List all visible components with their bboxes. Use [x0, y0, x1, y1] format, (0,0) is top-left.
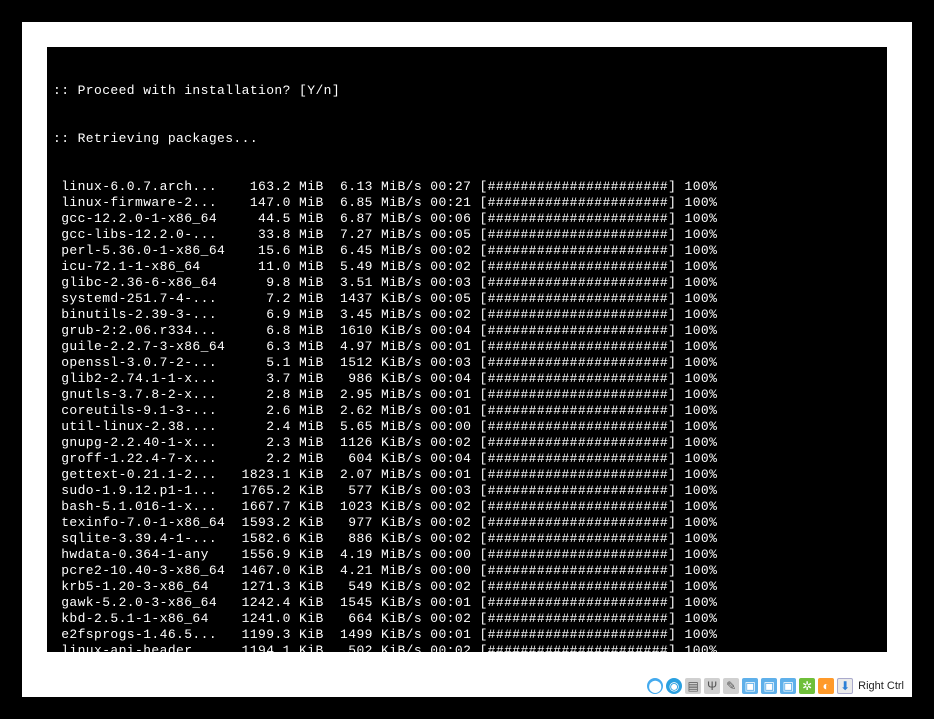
- download-row: binutils-2.39-3-... 6.9 MiB 3.45 MiB/s 0…: [53, 307, 881, 323]
- recording-icon[interactable]: ▣: [761, 678, 777, 694]
- video-capture-icon[interactable]: ▣: [780, 678, 796, 694]
- network-icon[interactable]: ✲: [799, 678, 815, 694]
- mouse-integration-icon[interactable]: ◐: [818, 678, 834, 694]
- download-row: glib2-2.74.1-1-x... 3.7 MiB 986 KiB/s 00…: [53, 371, 881, 387]
- download-row: linux-6.0.7.arch... 163.2 MiB 6.13 MiB/s…: [53, 179, 881, 195]
- vm-statusbar: ⬤ ◉ ▤ Ψ ✎ ▣ ▣ ▣ ✲ ◐ ⬇ Right Ctrl: [42, 675, 910, 697]
- download-row: icu-72.1-1-x86_64 11.0 MiB 5.49 MiB/s 00…: [53, 259, 881, 275]
- download-row: texinfo-7.0-1-x86_64 1593.2 KiB 977 KiB/…: [53, 515, 881, 531]
- optical-disk-icon[interactable]: ◉: [666, 678, 682, 694]
- download-row: glibc-2.36-6-x86_64 9.8 MiB 3.51 MiB/s 0…: [53, 275, 881, 291]
- prompt-line: :: Proceed with installation? [Y/n]: [53, 83, 881, 99]
- host-key-label: Right Ctrl: [858, 680, 904, 692]
- download-row: groff-1.22.4-7-x... 2.2 MiB 604 KiB/s 00…: [53, 451, 881, 467]
- download-row: e2fsprogs-1.46.5... 1199.3 KiB 1499 KiB/…: [53, 627, 881, 643]
- host-key-icon[interactable]: ⬇: [837, 678, 853, 694]
- download-row: systemd-251.7-4-... 7.2 MiB 1437 KiB/s 0…: [53, 291, 881, 307]
- download-row: openssl-3.0.7-2-... 5.1 MiB 1512 KiB/s 0…: [53, 355, 881, 371]
- download-row: linux-firmware-2... 147.0 MiB 6.85 MiB/s…: [53, 195, 881, 211]
- download-row: gettext-0.21.1-2... 1823.1 KiB 2.07 MiB/…: [53, 467, 881, 483]
- download-row: bash-5.1.016-1-x... 1667.7 KiB 1023 KiB/…: [53, 499, 881, 515]
- download-row: hwdata-0.364-1-any 1556.9 KiB 4.19 MiB/s…: [53, 547, 881, 563]
- download-row: util-linux-2.38.... 2.4 MiB 5.65 MiB/s 0…: [53, 419, 881, 435]
- download-row: linux-api-header... 1194.1 KiB 502 KiB/s…: [53, 643, 881, 652]
- download-row: perl-5.36.0-1-x86_64 15.6 MiB 6.45 MiB/s…: [53, 243, 881, 259]
- download-row: krb5-1.20-3-x86_64 1271.3 KiB 549 KiB/s …: [53, 579, 881, 595]
- shared-folder-icon[interactable]: ✎: [723, 678, 739, 694]
- floppy-icon[interactable]: ▤: [685, 678, 701, 694]
- display-icon[interactable]: ▣: [742, 678, 758, 694]
- terminal-output[interactable]: :: Proceed with installation? [Y/n] :: R…: [47, 47, 887, 652]
- download-row: kbd-2.5.1-1-x86_64 1241.0 KiB 664 KiB/s …: [53, 611, 881, 627]
- download-row: sudo-1.9.12.p1-1... 1765.2 KiB 577 KiB/s…: [53, 483, 881, 499]
- download-row: gcc-libs-12.2.0-... 33.8 MiB 7.27 MiB/s …: [53, 227, 881, 243]
- download-row: pcre2-10.40-3-x86_64 1467.0 KiB 4.21 MiB…: [53, 563, 881, 579]
- download-row: coreutils-9.1-3-... 2.6 MiB 2.62 MiB/s 0…: [53, 403, 881, 419]
- download-row: gnupg-2.2.40-1-x... 2.3 MiB 1126 KiB/s 0…: [53, 435, 881, 451]
- hard-disk-icon[interactable]: ⬤: [647, 678, 663, 694]
- download-row: guile-2.2.7-3-x86_64 6.3 MiB 4.97 MiB/s …: [53, 339, 881, 355]
- download-row: sqlite-3.39.4-1-... 1582.6 KiB 886 KiB/s…: [53, 531, 881, 547]
- download-row: grub-2:2.06.r334... 6.8 MiB 1610 KiB/s 0…: [53, 323, 881, 339]
- usb-icon[interactable]: Ψ: [704, 678, 720, 694]
- retrieving-line: :: Retrieving packages...: [53, 131, 881, 147]
- download-row: gcc-12.2.0-1-x86_64 44.5 MiB 6.87 MiB/s …: [53, 211, 881, 227]
- download-row: gnutls-3.7.8-2-x... 2.8 MiB 2.95 MiB/s 0…: [53, 387, 881, 403]
- download-row: gawk-5.2.0-3-x86_64 1242.4 KiB 1545 KiB/…: [53, 595, 881, 611]
